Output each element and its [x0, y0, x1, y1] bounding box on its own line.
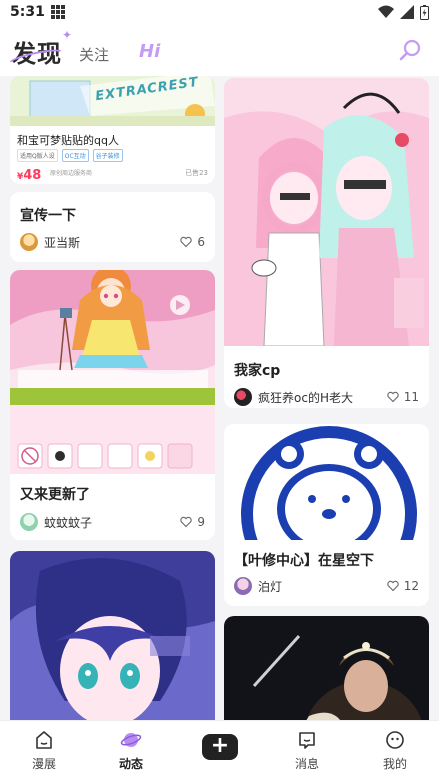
author-name: 泊灯 — [258, 579, 283, 594]
post-image-art — [10, 270, 215, 474]
post-author[interactable]: 泊灯 — [234, 577, 282, 595]
post-author[interactable]: 蚊蚊蚊子 — [20, 513, 92, 531]
post-author[interactable]: 疯狂养oc的H老大 — [234, 388, 353, 406]
avatar — [234, 577, 252, 595]
post-image — [10, 270, 215, 474]
ad-tag: 适用Q版人设 — [17, 149, 58, 162]
avatar — [20, 233, 38, 251]
nav-item-exhibition[interactable]: 漫展 — [14, 729, 74, 772]
post-card[interactable]: 【叶修中心】在星空下 泊灯 12 — [224, 424, 429, 606]
post-card[interactable] — [10, 551, 215, 720]
planet-icon — [120, 733, 142, 747]
avatar — [234, 388, 252, 406]
ad-shop: 原创周边服务商 — [50, 170, 93, 177]
tab-discover[interactable]: 发现 ✦ — [5, 28, 72, 73]
like-count: 6 — [197, 235, 205, 249]
bottom-nav: 漫展 动态 + 消息 我的 — [0, 720, 439, 780]
post-card[interactable]: 我家cp 疯狂养oc的H老大 11 — [224, 78, 429, 408]
like-count: 11 — [403, 390, 419, 404]
wifi-icon — [378, 5, 394, 18]
status-time: 5:31 — [10, 4, 45, 20]
like-button[interactable]: 12 — [387, 579, 419, 593]
ad-banner-image: EXTRACREST — [10, 76, 215, 126]
avatar — [20, 513, 38, 531]
nav-label: 我的 — [382, 757, 407, 771]
post-image-art — [224, 616, 429, 720]
add-post-button[interactable]: + — [202, 734, 238, 760]
post-author[interactable]: 亚当斯 — [20, 233, 80, 251]
ad-title: 和宝可梦贴贴的qq人 — [17, 134, 119, 147]
battery-icon — [420, 4, 429, 20]
heart-icon — [180, 516, 193, 528]
nav-item-me[interactable]: 我的 — [365, 729, 425, 772]
nav-label: 漫展 — [31, 757, 56, 771]
author-name: 疯狂养oc的H老大 — [258, 390, 353, 405]
post-card[interactable]: 又来更新了 蚊蚊蚊子 9 — [10, 270, 215, 540]
post-title: 宣传一下 — [20, 208, 76, 224]
status-bar: 5:31 — [0, 0, 439, 24]
home-icon — [36, 731, 52, 749]
post-title: 我家cp — [234, 363, 281, 379]
ad-tag: OC互动 — [61, 149, 89, 162]
post-image — [224, 78, 429, 346]
nav-item-feed[interactable]: 动态 — [101, 729, 161, 772]
heart-icon — [387, 391, 399, 403]
post-image-art — [224, 78, 429, 346]
heart-icon — [387, 580, 399, 592]
ad-tag: 谷子装修 — [92, 149, 123, 162]
ad-price-value: 48 — [23, 168, 42, 183]
notification-grid-icon — [50, 5, 65, 19]
tab-follow[interactable]: 关注 — [79, 44, 109, 65]
like-button[interactable]: 9 — [180, 515, 205, 529]
tab-hi[interactable]: Hi — [139, 41, 160, 62]
profile-icon — [386, 731, 404, 749]
nav-item-messages[interactable]: 消息 — [277, 729, 337, 772]
nav-label: 动态 — [118, 757, 143, 771]
author-name: 亚当斯 — [44, 235, 81, 250]
post-title: 【叶修中心】在星空下 — [234, 553, 374, 569]
ad-card[interactable]: EXTRACREST 和宝可梦贴贴的qq人 适用Q版人设 OC互动 谷子装修 ¥… — [10, 76, 215, 184]
post-title: 又来更新了 — [20, 487, 90, 503]
post-card[interactable]: 宣传一下 亚当斯 6 — [10, 192, 215, 262]
author-name: 蚊蚊蚊子 — [44, 515, 93, 530]
like-count: 12 — [403, 579, 419, 593]
ad-price: ¥48 — [17, 164, 41, 183]
post-image — [224, 616, 429, 720]
search-icon[interactable] — [398, 38, 422, 62]
post-image-art — [10, 551, 215, 720]
post-image-art — [224, 424, 429, 540]
like-count: 9 — [197, 515, 205, 529]
top-header: 发现 ✦ 关注 Hi — [0, 24, 439, 76]
like-button[interactable]: 6 — [180, 235, 205, 249]
status-right — [378, 4, 429, 20]
feed[interactable]: EXTRACREST 和宝可梦贴贴的qq人 适用Q版人设 OC互动 谷子装修 ¥… — [0, 76, 439, 720]
ad-sales: 已售23 — [185, 169, 208, 177]
post-image — [10, 551, 215, 720]
message-icon — [299, 732, 315, 749]
signal-icon — [400, 5, 414, 19]
post-card[interactable] — [224, 616, 429, 720]
ad-tags: 适用Q版人设 OC互动 谷子装修 — [17, 149, 123, 162]
nav-label: 消息 — [294, 757, 319, 771]
post-image — [224, 424, 429, 540]
like-button[interactable]: 11 — [387, 390, 419, 404]
heart-icon — [180, 236, 193, 248]
sparkle-icon: ✦ — [62, 28, 74, 42]
